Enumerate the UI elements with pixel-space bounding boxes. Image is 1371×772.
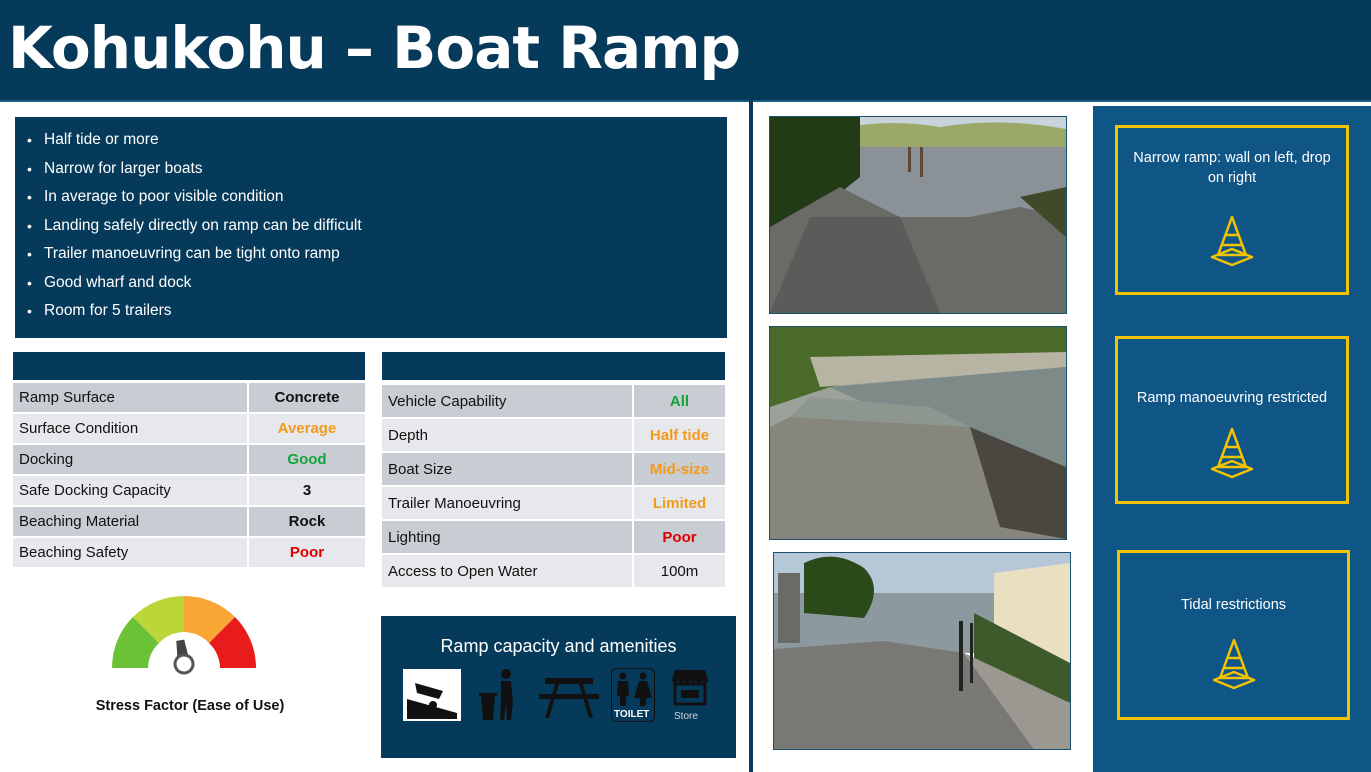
row-label: Docking: [13, 445, 247, 474]
note-item: Half tide or more: [27, 129, 727, 158]
row-value: All: [632, 385, 725, 417]
store-icon: [671, 670, 709, 706]
row-label: Vehicle Capability: [382, 385, 632, 417]
row-value: Poor: [247, 538, 365, 567]
row-value: 3: [247, 476, 365, 505]
traffic-cone-icon: [1210, 215, 1254, 267]
warning-text: Tidal restrictions: [1180, 597, 1287, 613]
note-item: Landing safely directly on ramp can be d…: [27, 215, 727, 244]
row-value: Average: [247, 414, 365, 443]
gauge-label: Stress Factor (Ease of Use): [95, 698, 285, 714]
note-item: Trailer manoeuvring can be tight onto ra…: [27, 243, 727, 272]
row-value: Rock: [247, 507, 365, 536]
table-row: Boat Size Mid-size: [382, 453, 725, 485]
toilet-label: TOILET: [614, 709, 650, 720]
amenities-title: Ramp capacity and amenities: [440, 636, 677, 656]
table-row: Ramp Surface Concrete: [13, 383, 365, 412]
row-label: Surface Condition: [13, 414, 247, 443]
row-label: Beaching Material: [13, 507, 247, 536]
table-row: Access to Open Water 100m: [382, 555, 725, 587]
table-row: Surface Condition Average: [13, 414, 365, 443]
row-label: Depth: [382, 419, 632, 451]
warning-card: Tidal restrictions: [1117, 550, 1350, 720]
ramp-photo: [769, 326, 1067, 540]
table-row: Depth Half tide: [382, 419, 725, 451]
row-value: Limited: [632, 487, 725, 519]
stress-gauge: [111, 595, 257, 675]
table-row: Beaching Safety Poor: [13, 538, 365, 567]
ramp-photo: [773, 552, 1071, 750]
table-row: Trailer Manoeuvring Limited: [382, 487, 725, 519]
table-row: Beaching Material Rock: [13, 507, 365, 536]
access-table: Vehicle Capability All Depth Half tide Boa…: [382, 383, 725, 589]
row-label: Beaching Safety: [13, 538, 247, 567]
table-row: Lighting Poor: [382, 521, 725, 553]
picnic-table-icon: [539, 678, 599, 718]
boat-ramp-icon: [403, 669, 461, 721]
note-item: In average to poor visible condition: [27, 186, 727, 215]
traffic-cone-icon: [1212, 638, 1255, 690]
note-item: Room for 5 trailers: [27, 300, 727, 329]
ramp-surface-table: Ramp Surface Concrete Surface Condition Av…: [13, 381, 365, 569]
table-row: Docking Good: [13, 445, 365, 474]
row-label: Trailer Manoeuvring: [382, 487, 632, 519]
row-label: Lighting: [382, 521, 632, 553]
warning-text: Narrow ramp: wall on left, drop on right: [1133, 150, 1331, 186]
right-table-header: [382, 352, 725, 380]
warning-card: Ramp manoeuvring restricted: [1115, 336, 1349, 504]
row-value: 100m: [632, 555, 725, 587]
traffic-cone-icon: [1210, 427, 1254, 479]
table-row: Safe Docking Capacity 3: [13, 476, 365, 505]
row-label: Boat Size: [382, 453, 632, 485]
notes-panel: Half tide or more Narrow for larger boat…: [15, 117, 727, 338]
table-row: Vehicle Capability All: [382, 385, 725, 417]
row-label: Access to Open Water: [382, 555, 632, 587]
store-label: Store: [674, 711, 698, 722]
column-divider: [749, 100, 753, 772]
row-value: Half tide: [632, 419, 725, 451]
header-bar: Kohukohu – Boat Ramp: [0, 0, 1371, 102]
row-value: Mid-size: [632, 453, 725, 485]
warning-card: Narrow ramp: wall on left, drop on right: [1115, 125, 1349, 295]
row-value: Concrete: [247, 383, 365, 412]
rubbish-bin-icon: [479, 669, 513, 720]
note-item: Narrow for larger boats: [27, 158, 727, 187]
left-table-header: [13, 352, 365, 380]
page-title: Kohukohu – Boat Ramp: [8, 14, 741, 82]
row-value: Good: [247, 445, 365, 474]
note-item: Good wharf and dock: [27, 272, 727, 301]
row-value: Poor: [632, 521, 725, 553]
row-label: Ramp Surface: [13, 383, 247, 412]
amenities-panel: Ramp capacity and amenities TOILET Store: [381, 616, 736, 758]
warning-text: Ramp manoeuvring restricted: [1136, 390, 1328, 406]
row-label: Safe Docking Capacity: [13, 476, 247, 505]
ramp-photo: [769, 116, 1067, 314]
gauge-needle: [173, 639, 195, 675]
